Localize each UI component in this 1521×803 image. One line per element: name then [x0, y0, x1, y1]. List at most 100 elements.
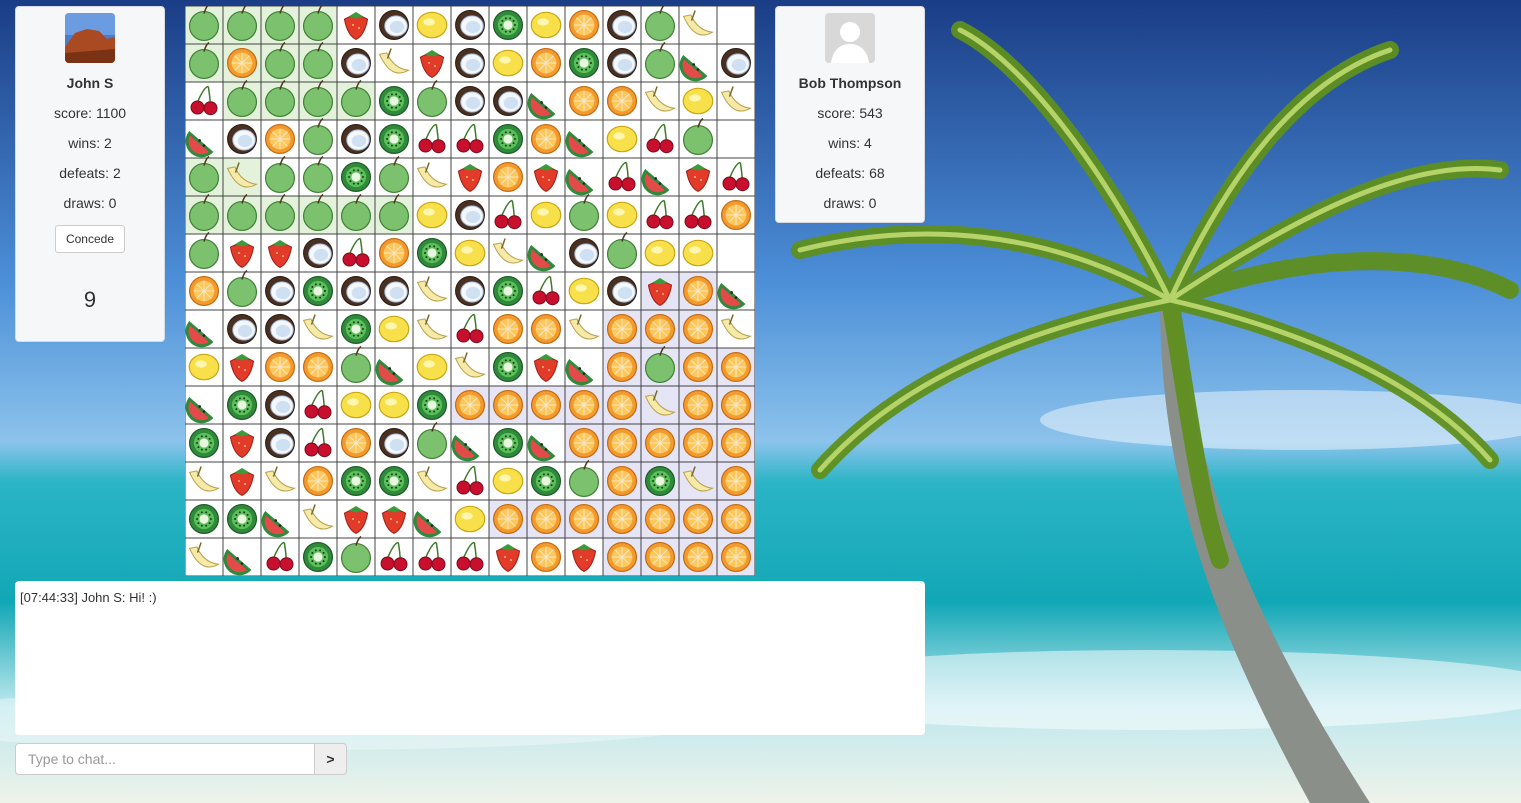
board-cell[interactable]	[374, 537, 414, 576]
board-cell[interactable]	[488, 347, 528, 387]
board-cell[interactable]	[564, 385, 604, 425]
board-cell[interactable]	[260, 271, 300, 311]
board-cell[interactable]	[640, 423, 680, 463]
board-cell[interactable]	[298, 271, 338, 311]
board-cell[interactable]	[336, 233, 376, 273]
board-cell[interactable]	[564, 309, 604, 349]
board-cell[interactable]	[640, 271, 680, 311]
board-cell[interactable]	[374, 233, 414, 273]
board-cell[interactable]	[412, 461, 452, 501]
board-cell[interactable]	[298, 6, 338, 45]
board-cell[interactable]	[678, 81, 718, 121]
board-cell[interactable]	[298, 499, 338, 539]
board-cell[interactable]	[336, 423, 376, 463]
board-cell[interactable]	[222, 423, 262, 463]
board-cell[interactable]	[222, 385, 262, 425]
board-cell[interactable]	[488, 119, 528, 159]
board-cell[interactable]	[602, 423, 642, 463]
board-cell[interactable]	[564, 459, 604, 501]
board-cell[interactable]	[298, 461, 338, 501]
board-cell[interactable]	[222, 79, 262, 121]
board-cell[interactable]	[374, 43, 414, 83]
board-cell[interactable]	[488, 499, 528, 539]
board-cell[interactable]	[716, 309, 755, 349]
board-cell[interactable]	[298, 385, 338, 425]
board-cell[interactable]	[374, 193, 414, 235]
board-cell[interactable]	[564, 423, 604, 463]
board-cell[interactable]	[564, 119, 604, 159]
board-cell[interactable]	[185, 347, 224, 387]
board-cell[interactable]	[260, 423, 300, 463]
board-cell[interactable]	[412, 233, 452, 273]
board-cell[interactable]	[412, 499, 452, 539]
board-cell[interactable]	[602, 271, 642, 311]
board-cell[interactable]	[488, 195, 528, 235]
board-cell[interactable]	[260, 41, 300, 83]
board-cell[interactable]	[716, 423, 755, 463]
board-cell[interactable]	[298, 233, 338, 273]
board-cell[interactable]	[526, 43, 566, 83]
board-cell[interactable]	[678, 423, 718, 463]
concede-button[interactable]: Concede	[54, 225, 126, 253]
board-cell[interactable]	[526, 537, 566, 576]
board-cell[interactable]	[678, 347, 718, 387]
board-cell[interactable]	[185, 385, 224, 425]
board-cell[interactable]	[222, 157, 262, 197]
board-cell[interactable]	[488, 423, 528, 463]
board-cell[interactable]	[450, 461, 490, 501]
board-cell[interactable]	[450, 309, 490, 349]
board-cell[interactable]	[564, 271, 604, 311]
board-cell[interactable]	[602, 347, 642, 387]
board-cell[interactable]	[716, 119, 755, 159]
board-cell[interactable]	[222, 461, 262, 501]
board-cell[interactable]	[260, 537, 300, 576]
board-cell[interactable]	[640, 119, 680, 159]
board-cell[interactable]	[260, 347, 300, 387]
board-cell[interactable]	[374, 271, 414, 311]
board-cell[interactable]	[185, 423, 224, 463]
board-cell[interactable]	[602, 231, 642, 273]
board-cell[interactable]	[450, 271, 490, 311]
board-cell[interactable]	[678, 157, 718, 197]
board-cell[interactable]	[678, 461, 718, 501]
board-cell[interactable]	[488, 309, 528, 349]
board-cell[interactable]	[412, 421, 452, 463]
board-cell[interactable]	[602, 537, 642, 576]
board-cell[interactable]	[260, 155, 300, 197]
board-cell[interactable]	[716, 271, 755, 311]
board-cell[interactable]	[260, 461, 300, 501]
board-cell[interactable]	[260, 79, 300, 121]
board-cell[interactable]	[222, 43, 262, 83]
board-cell[interactable]	[260, 233, 300, 273]
board-cell[interactable]	[336, 499, 376, 539]
board-cell[interactable]	[336, 157, 376, 197]
board-cell[interactable]	[716, 81, 755, 121]
board-cell[interactable]	[526, 119, 566, 159]
board-cell[interactable]	[564, 193, 604, 235]
board-cell[interactable]	[640, 309, 680, 349]
board-cell[interactable]	[526, 309, 566, 349]
board-cell[interactable]	[602, 157, 642, 197]
board-cell[interactable]	[678, 271, 718, 311]
game-board[interactable]	[185, 6, 755, 576]
board-cell[interactable]	[526, 157, 566, 197]
board-cell[interactable]	[526, 347, 566, 387]
board-cell[interactable]	[185, 537, 224, 576]
board-cell[interactable]	[412, 385, 452, 425]
board-cell[interactable]	[716, 233, 755, 273]
board-cell[interactable]	[450, 81, 490, 121]
board-cell[interactable]	[678, 117, 718, 159]
board-cell[interactable]	[336, 119, 376, 159]
board-cell[interactable]	[260, 309, 300, 349]
board-cell[interactable]	[298, 193, 338, 235]
board-cell[interactable]	[488, 81, 528, 121]
board-cell[interactable]	[678, 385, 718, 425]
board-cell[interactable]	[488, 385, 528, 425]
board-cell[interactable]	[374, 309, 414, 349]
board-cell[interactable]	[716, 499, 755, 539]
board-cell[interactable]	[412, 157, 452, 197]
board-cell[interactable]	[526, 461, 566, 501]
board-cell[interactable]	[336, 6, 376, 45]
board-cell[interactable]	[298, 117, 338, 159]
board-cell[interactable]	[412, 6, 452, 45]
